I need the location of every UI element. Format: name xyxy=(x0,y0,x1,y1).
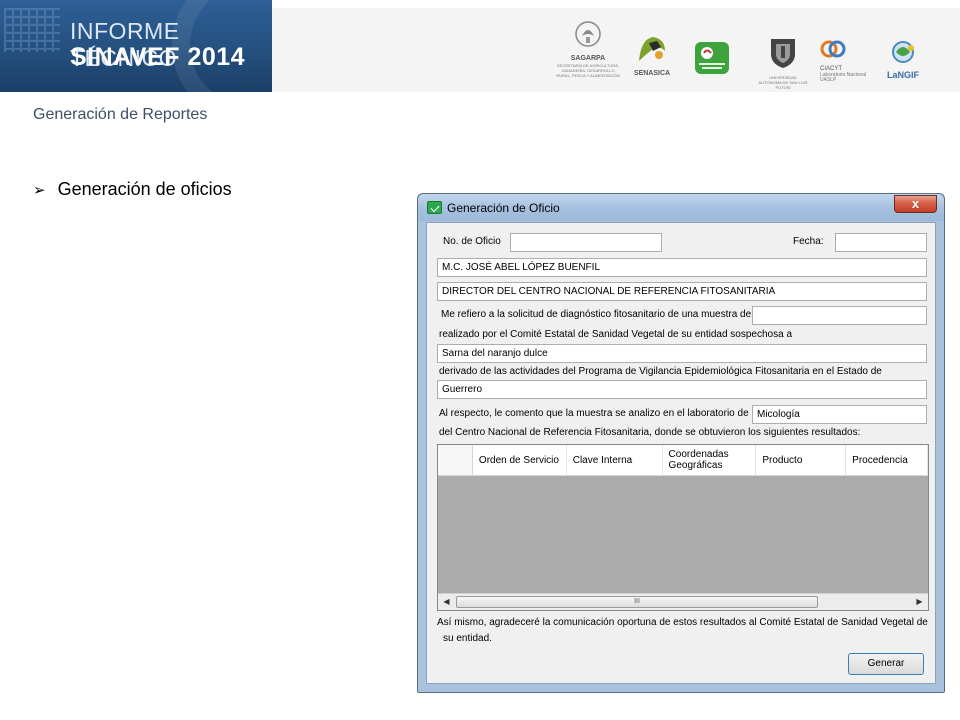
sospecha-field[interactable]: Sarna del naranjo dulce xyxy=(437,344,927,363)
column-orden-servicio[interactable]: Orden de Servicio xyxy=(473,445,567,475)
bullet-item: ➢ Generación de oficios xyxy=(33,179,232,200)
grid-row-header-corner xyxy=(438,445,473,475)
sinavef-logo xyxy=(693,41,731,80)
ciacyt-subcaption: Laboratorio Nacional UASLP xyxy=(820,72,867,83)
senasica-caption: SENASICA xyxy=(633,70,671,77)
column-coordenadas[interactable]: Coordenadas Geográficas xyxy=(663,445,757,475)
agradecimiento-text-line2: su entidad. xyxy=(443,633,492,644)
window-title: Generación de Oficio xyxy=(447,201,560,215)
ciacyt-logo: CIACYT Laboratorio Nacional UASLP xyxy=(820,38,880,83)
muestra-input[interactable] xyxy=(752,306,927,325)
eagle-emblem-icon xyxy=(575,21,601,47)
langif-globe-icon xyxy=(892,41,914,63)
sagarpa-logo: SAGARPA SECRETARÍA DE AGRICULTURA, GANAD… xyxy=(556,20,620,78)
arrow-bullet-icon: ➢ xyxy=(33,181,46,199)
langif-logo: LaNGIF xyxy=(882,40,924,80)
resultados-grid[interactable]: Orden de Servicio Clave Interna Coordena… xyxy=(437,444,929,611)
close-button[interactable]: x xyxy=(894,195,937,213)
laboratorio-field[interactable]: Micología xyxy=(752,405,927,424)
derivado-text: derivado de las actividades del Programa… xyxy=(439,366,882,377)
uaslp-caption: UNIVERSIDAD AUTÓNOMA DE SAN LUIS POTOSÍ xyxy=(758,75,808,90)
no-oficio-label: No. de Oficio xyxy=(443,236,501,247)
app-icon xyxy=(427,201,442,214)
no-oficio-input[interactable] xyxy=(510,233,662,252)
grid-horizontal-scrollbar[interactable]: ◀ III ▶ xyxy=(438,593,928,610)
fecha-label: Fecha: xyxy=(793,236,824,247)
column-producto[interactable]: Producto xyxy=(756,445,847,475)
estado-field[interactable]: Guerrero xyxy=(437,380,927,399)
logo-strip: SAGARPA SECRETARÍA DE AGRICULTURA, GANAD… xyxy=(272,8,960,92)
scroll-right-icon[interactable]: ▶ xyxy=(911,594,928,610)
column-clave-interna[interactable]: Clave Interna xyxy=(567,445,663,475)
senasica-emblem-icon xyxy=(639,37,665,61)
column-procedencia[interactable]: Procedencia xyxy=(846,445,929,475)
centro-text: del Centro Nacional de Referencia Fitosa… xyxy=(439,427,861,438)
scroll-left-icon[interactable]: ◀ xyxy=(438,594,455,610)
window-titlebar[interactable]: Generación de Oficio x xyxy=(418,194,944,221)
scroll-thumb[interactable]: III xyxy=(456,596,818,608)
sagarpa-subcaption: SECRETARÍA DE AGRICULTURA, GANADERÍA, DE… xyxy=(556,63,620,78)
bullet-text: Generación de oficios xyxy=(57,179,232,199)
section-title: Generación de Reportes xyxy=(33,106,208,123)
generacion-oficio-window: Generación de Oficio x No. de Oficio Fec… xyxy=(417,193,945,693)
solicitud-text: Me refiero a la solicitud de diagnóstico… xyxy=(441,309,752,320)
fecha-input[interactable] xyxy=(835,233,927,252)
form-body: No. de Oficio Fecha: M.C. JOSÉ ABEL LÓPE… xyxy=(426,222,936,684)
report-banner: INFORME TÉCNICO SINAVEF 2014 xyxy=(0,0,272,92)
agradecimiento-text-line1: Así mismo, agradeceré la comunicación op… xyxy=(437,617,928,628)
comite-text: realizado por el Comité Estatal de Sanid… xyxy=(439,329,793,340)
generar-button[interactable]: Generar xyxy=(848,653,924,675)
grid-header: Orden de Servicio Clave Interna Coordena… xyxy=(438,445,929,476)
destinatario-nombre-field[interactable]: M.C. JOSÉ ABEL LÓPEZ BUENFIL xyxy=(437,258,927,277)
langif-caption: LaNGIF xyxy=(886,70,919,80)
sinavef-emblem-icon xyxy=(695,42,729,74)
banner-title-line2: SINAVEF 2014 xyxy=(70,43,246,71)
ciacyt-emblem-icon xyxy=(820,40,846,58)
uaslp-shield-icon xyxy=(771,39,795,68)
sagarpa-caption: SAGARPA xyxy=(570,55,606,62)
destinatario-cargo-field[interactable]: DIRECTOR DEL CENTRO NACIONAL DE REFERENC… xyxy=(437,282,927,301)
respecto-text: Al respecto, le comento que la muestra s… xyxy=(439,408,749,419)
uaslp-logo: UNIVERSIDAD AUTÓNOMA DE SAN LUIS POTOSÍ xyxy=(758,36,808,90)
banner-grid-decoration xyxy=(4,8,60,52)
senasica-logo: SENASICA xyxy=(628,33,676,78)
